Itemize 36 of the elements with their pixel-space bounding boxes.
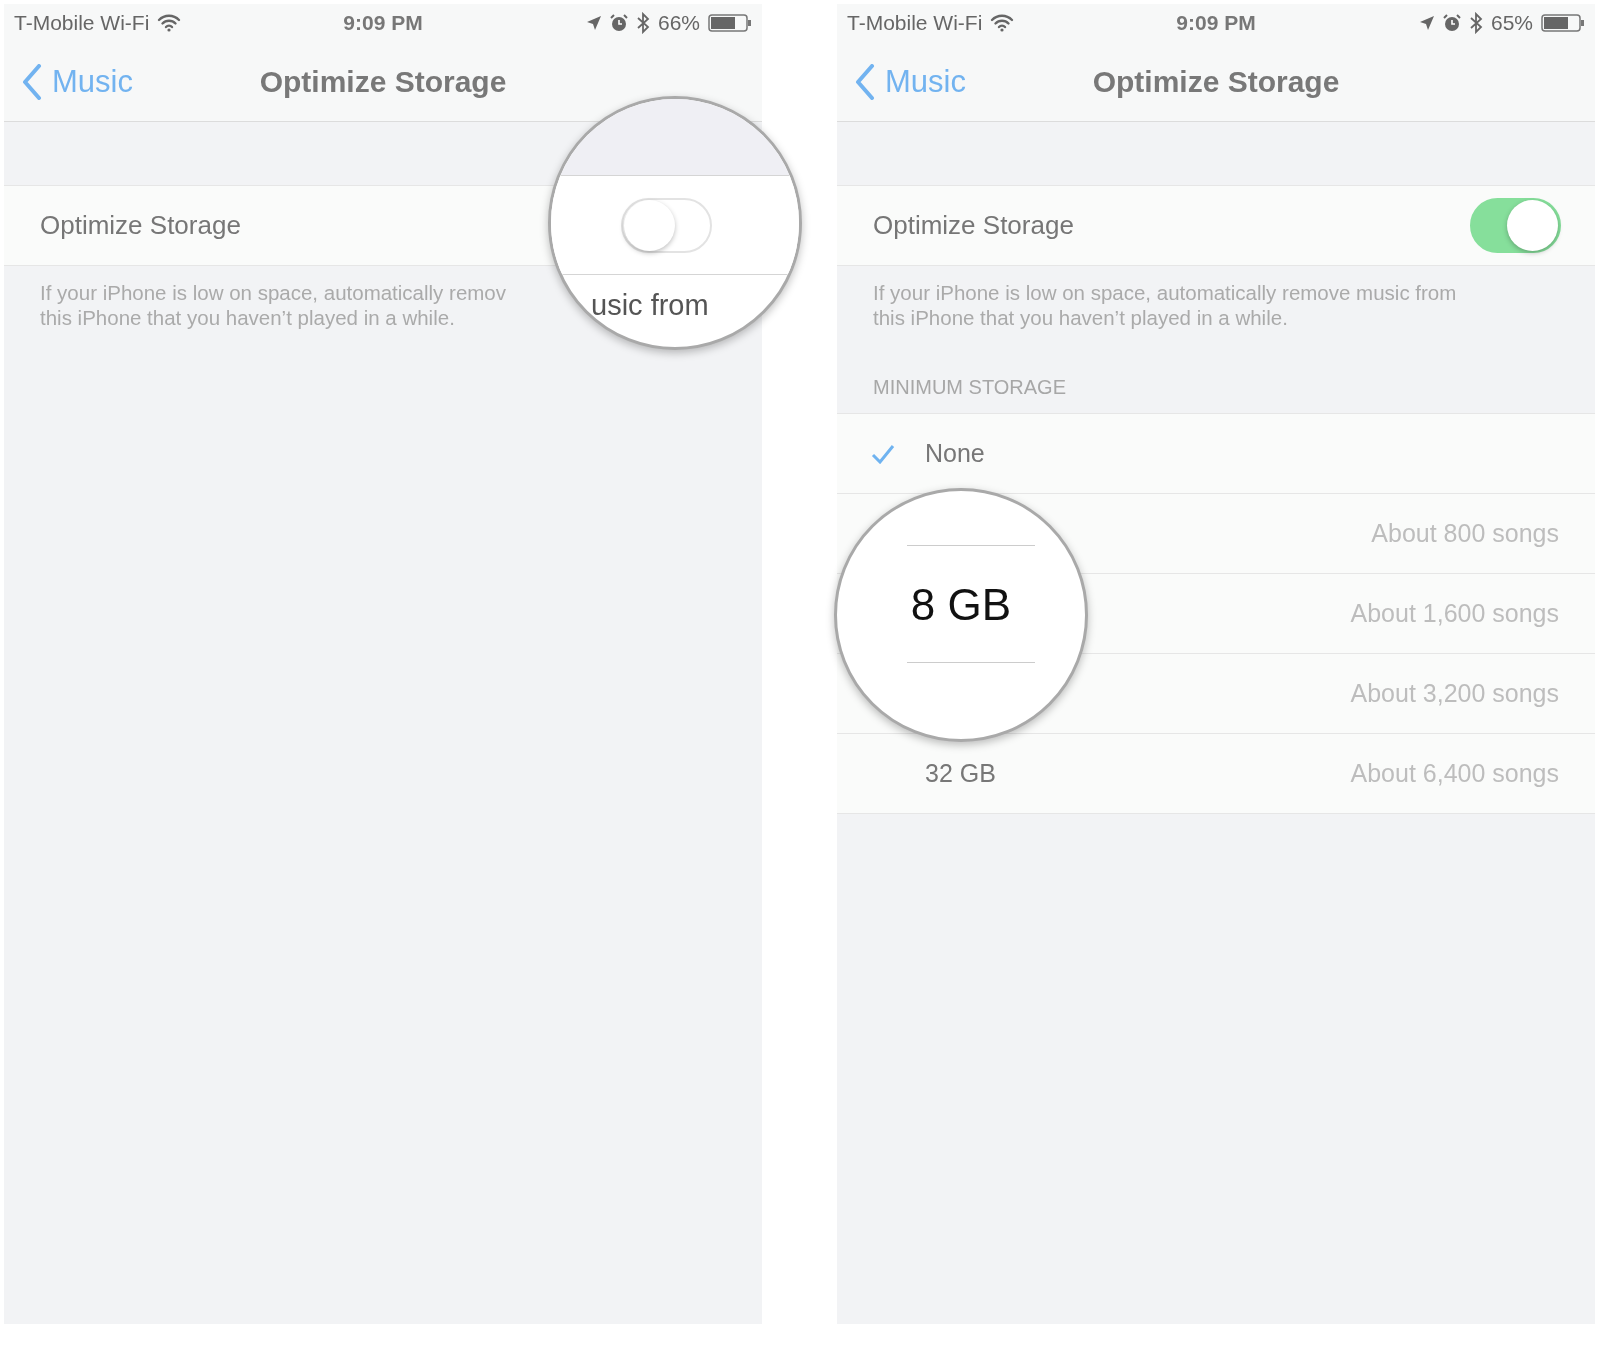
bluetooth-icon bbox=[635, 12, 650, 34]
status-time: 9:09 PM bbox=[343, 11, 423, 35]
song-count: About 3,200 songs bbox=[1350, 679, 1559, 708]
bluetooth-icon bbox=[1468, 12, 1483, 34]
toggle-switch[interactable] bbox=[621, 197, 712, 253]
back-chevron-icon bbox=[855, 63, 875, 100]
song-count: About 800 songs bbox=[1371, 519, 1559, 548]
carrier-text: T-Mobile Wi-Fi bbox=[847, 11, 983, 35]
status-time: 9:09 PM bbox=[1176, 11, 1256, 35]
carrier-text: T-Mobile Wi-Fi bbox=[14, 11, 150, 35]
wifi-icon bbox=[990, 14, 1015, 32]
wifi-icon bbox=[157, 14, 182, 32]
song-count: About 1,600 songs bbox=[1350, 599, 1559, 628]
description-text: If your iPhone is low on space, automatically remov this iPhone that you haven’t played in a while. bbox=[40, 280, 507, 330]
song-count: About 6,400 songs bbox=[1350, 759, 1559, 788]
description-text: usic from bbox=[591, 289, 709, 322]
setting-label: Optimize Storage bbox=[40, 210, 241, 241]
option-label: 8 GB bbox=[909, 579, 1013, 631]
alarm-clock-icon bbox=[1442, 14, 1461, 32]
alarm-clock-icon bbox=[609, 14, 628, 32]
toggle-switch[interactable] bbox=[1470, 198, 1561, 253]
back-chevron-icon bbox=[22, 63, 42, 100]
battery-icon bbox=[1541, 14, 1585, 32]
battery-icon bbox=[708, 14, 752, 32]
location-arrow-icon bbox=[585, 15, 602, 31]
description-text: If your iPhone is low on space, automatically remove music from this iPhone that you haven’t played in a while. bbox=[873, 280, 1457, 330]
setting-label: Optimize Storage bbox=[873, 210, 1074, 241]
checkmark-icon bbox=[871, 443, 895, 464]
screen-title: Optimize Storage bbox=[1092, 64, 1340, 99]
battery-percent: 65% bbox=[1490, 11, 1533, 35]
location-arrow-icon bbox=[1418, 15, 1435, 31]
screen-title: Optimize Storage bbox=[259, 64, 507, 99]
battery-percent: 66% bbox=[657, 11, 700, 35]
option-label[interactable]: None bbox=[925, 439, 985, 467]
section-header: MINIMUM STORAGE bbox=[873, 376, 1066, 399]
option-label[interactable]: 32 GB bbox=[925, 759, 996, 787]
